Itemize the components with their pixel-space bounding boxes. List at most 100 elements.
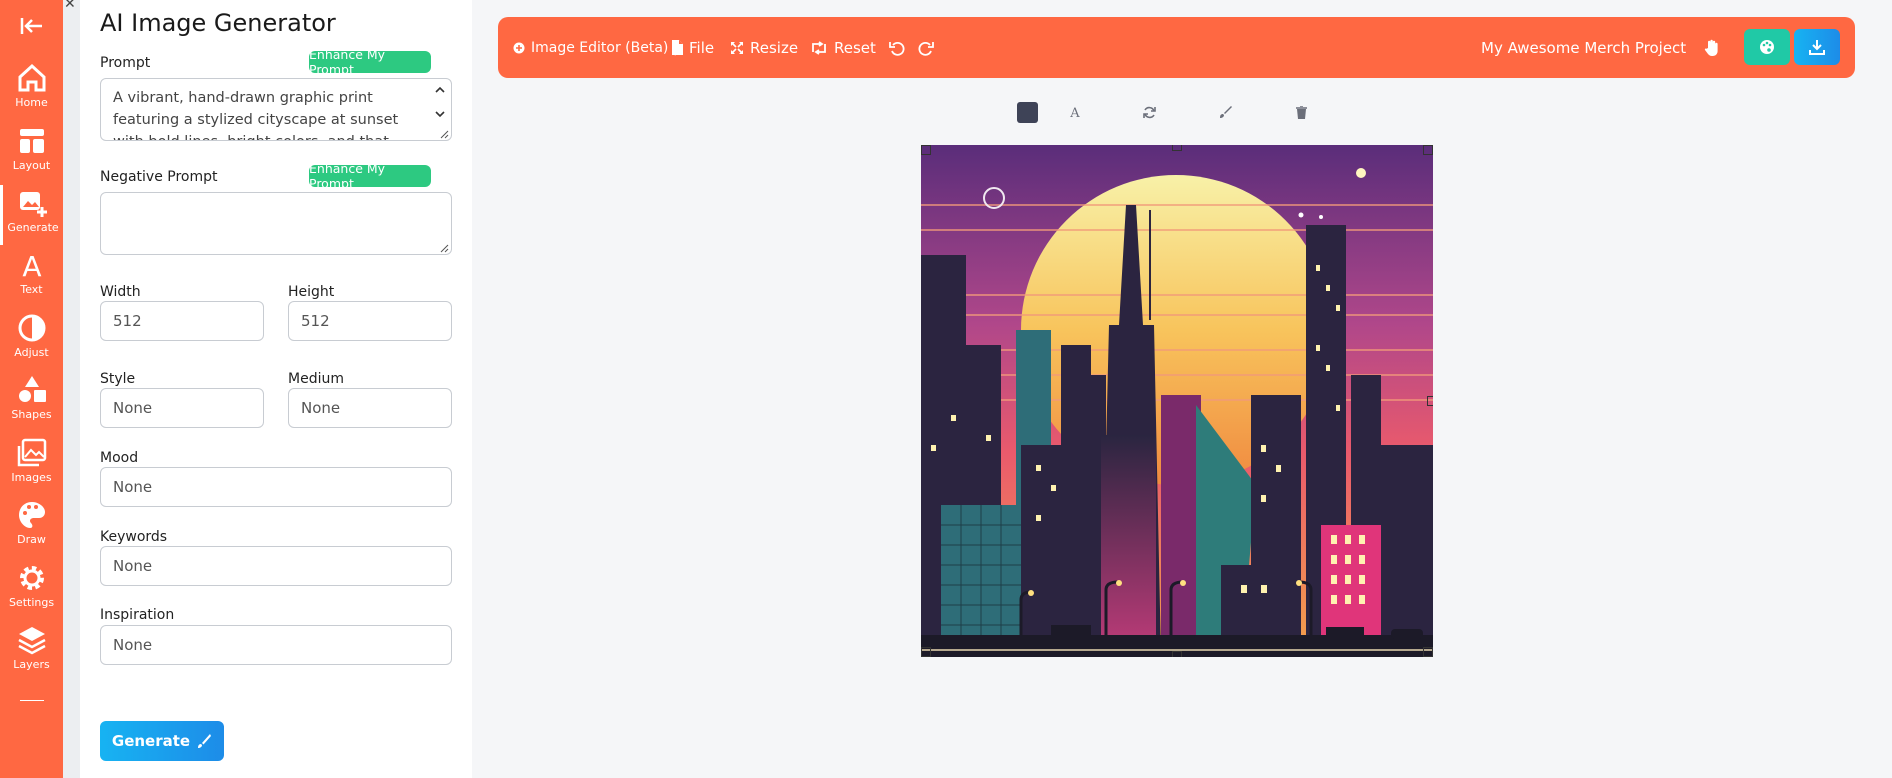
selection-handle[interactable]: [1423, 647, 1433, 657]
rail-label: Draw: [17, 533, 46, 546]
rail-item-home[interactable]: Home: [0, 60, 63, 120]
selection-handle[interactable]: [1172, 145, 1182, 151]
redo-icon: [918, 41, 934, 56]
mood-label: Mood: [100, 450, 139, 466]
rail-item-layers[interactable]: Layers: [0, 622, 63, 682]
preview-button[interactable]: [1744, 29, 1790, 65]
panel-gutter: [63, 0, 80, 778]
text-tool-button[interactable]: A: [1064, 101, 1086, 123]
rail-item-draw[interactable]: Draw: [0, 497, 63, 557]
replace-image-button[interactable]: [1138, 101, 1160, 123]
selection-handle[interactable]: [1172, 651, 1182, 657]
download-button[interactable]: [1794, 29, 1840, 65]
resize-button[interactable]: Resize: [730, 17, 798, 78]
reset-icon: [812, 40, 826, 55]
negative-prompt-textarea[interactable]: [100, 192, 452, 255]
panel-title: AI Image Generator: [100, 9, 336, 37]
home-icon: [18, 63, 45, 92]
rail-label: Text: [20, 283, 43, 296]
resize-label: Resize: [750, 38, 799, 57]
rail-item-settings[interactable]: Settings: [0, 560, 63, 620]
selection-handle[interactable]: [921, 647, 931, 657]
download-icon: [1809, 40, 1825, 55]
collapse-panel-button[interactable]: [18, 12, 46, 40]
chevron-down-icon: [435, 111, 445, 118]
rail-item-layout[interactable]: Layout: [0, 123, 63, 183]
generate-image-icon: [20, 192, 47, 217]
rail-item-shapes[interactable]: Shapes: [0, 372, 63, 432]
cityscape-artwork: [921, 145, 1433, 657]
generate-button[interactable]: Generate: [100, 721, 224, 761]
generate-button-label: Generate: [111, 732, 191, 750]
rail-label: Images: [11, 471, 52, 484]
undo-icon: [889, 41, 905, 56]
generator-panel: AI Image Generator Prompt Enhance My Pro…: [80, 0, 472, 778]
layers-icon: [17, 627, 46, 655]
brush-icon: [1220, 106, 1232, 118]
fill-color-swatch[interactable]: [1016, 101, 1038, 123]
palette-icon: [18, 502, 45, 528]
rail-label: Layers: [13, 658, 50, 671]
trash-icon: [1295, 105, 1307, 119]
style-select[interactable]: None: [100, 388, 264, 428]
editor-toolbar: Image Editor (Beta) | File Resize Reset …: [498, 17, 1855, 78]
close-panel-icon[interactable]: ✕: [64, 0, 76, 12]
selection-handle[interactable]: [1427, 396, 1433, 406]
keywords-select[interactable]: None: [100, 546, 452, 586]
height-input[interactable]: 512: [288, 301, 452, 341]
rail-item-adjust[interactable]: Adjust: [0, 310, 63, 370]
chevron-up-icon: [435, 86, 445, 93]
image-editor-menu[interactable]: Image Editor (Beta) |: [513, 17, 678, 78]
selection-handle[interactable]: [921, 145, 931, 155]
pan-tool-button[interactable]: [1704, 17, 1720, 78]
text-icon: A: [1069, 106, 1080, 119]
rail-item-images[interactable]: Images: [0, 435, 63, 495]
canvas-image[interactable]: [921, 145, 1433, 657]
rail-label: Settings: [8, 596, 55, 609]
medium-select[interactable]: None: [288, 388, 452, 428]
rail-item-generate[interactable]: Generate: [0, 185, 63, 245]
rail-label: Shapes: [11, 408, 52, 421]
resize-grip-icon[interactable]: [437, 241, 449, 253]
delete-button[interactable]: [1290, 101, 1312, 123]
prompt-label: Prompt: [100, 55, 151, 71]
height-label: Height: [288, 284, 335, 300]
left-rail: Home Layout Generate A Text Adjust Shape…: [0, 0, 63, 778]
expand-icon: [731, 41, 743, 54]
width-input[interactable]: 512: [100, 301, 264, 341]
rail-label: Home: [15, 96, 48, 109]
medium-label: Medium: [288, 371, 344, 387]
adjust-icon: [18, 314, 45, 342]
enhance-prompt-button[interactable]: Enhance My Prompt: [309, 47, 431, 77]
file-icon: [672, 40, 683, 55]
reset-label: Reset: [834, 38, 876, 57]
gear-icon: [19, 566, 44, 590]
reset-button[interactable]: Reset: [810, 17, 876, 78]
project-name[interactable]: My Awesome Merch Project: [1481, 17, 1686, 78]
enhance-negative-prompt-button[interactable]: Enhance My Prompt: [309, 161, 431, 191]
svg-text:A: A: [1069, 106, 1080, 119]
prompt-text: A vibrant, hand-drawn graphic print feat…: [113, 90, 399, 140]
file-label: File: [689, 38, 715, 57]
selection-handle[interactable]: [1423, 145, 1433, 155]
redo-button[interactable]: [918, 17, 934, 78]
prompt-textarea[interactable]: A vibrant, hand-drawn graphic print feat…: [100, 78, 452, 141]
mood-select[interactable]: None: [100, 467, 452, 507]
layout-icon: [19, 129, 44, 153]
images-icon: [17, 438, 46, 467]
file-menu[interactable]: File: [671, 17, 714, 78]
rail-label: Layout: [12, 159, 51, 172]
keywords-label: Keywords: [100, 529, 168, 545]
rail-divider: [20, 700, 44, 701]
style-label: Style: [100, 371, 136, 387]
arrow-left-icon: [20, 18, 42, 34]
palette-icon: [1760, 40, 1774, 54]
undo-button[interactable]: [889, 17, 905, 78]
image-editor-label: Image Editor (Beta) |: [531, 39, 678, 56]
inspiration-select[interactable]: None: [100, 625, 452, 665]
color-swatch: [1016, 101, 1038, 123]
brush-tool-button[interactable]: [1214, 101, 1236, 123]
rail-item-text[interactable]: A Text: [0, 247, 63, 307]
resize-grip-icon[interactable]: [437, 127, 449, 139]
refresh-icon: [1142, 106, 1156, 118]
